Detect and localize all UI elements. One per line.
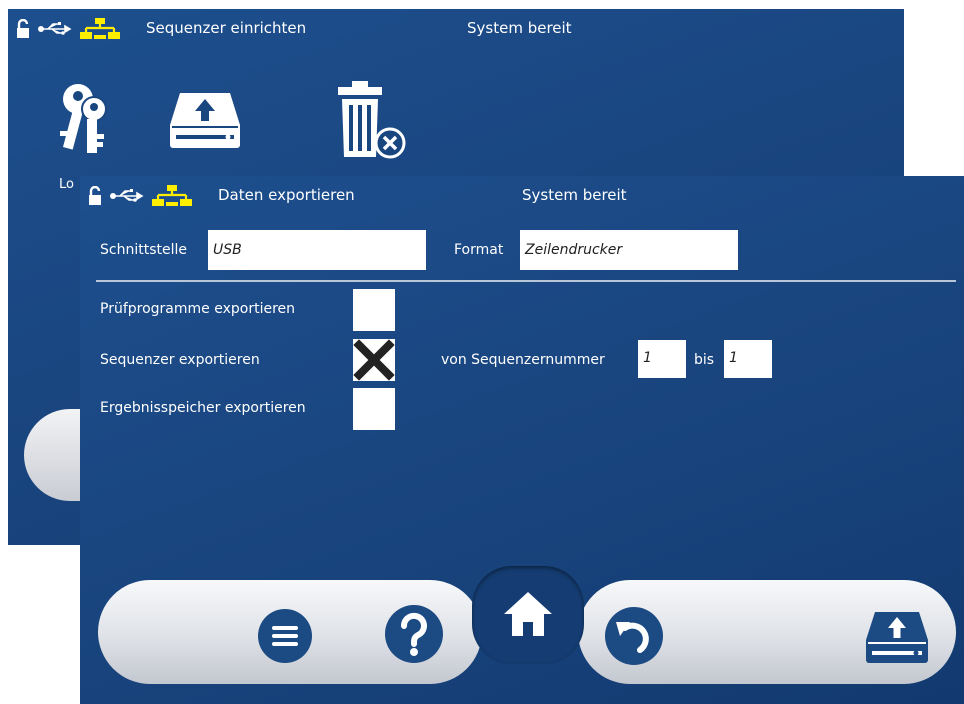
status-text: System bereit	[522, 186, 627, 204]
export-sequencer-checkbox[interactable]	[353, 339, 395, 381]
back-label-partial: Lo	[59, 177, 74, 192]
check-x-icon	[353, 339, 395, 381]
to-label: bis	[694, 352, 715, 368]
export-drive-icon[interactable]	[864, 610, 930, 664]
network-icon	[80, 18, 120, 39]
trash-delete-icon[interactable]	[334, 81, 410, 161]
to-sequence-field[interactable]: 1	[724, 340, 772, 378]
from-sequence-label: von Sequenzernummer	[441, 352, 605, 368]
status-bar: Sequenzer einrichten System bereit	[8, 9, 904, 47]
status-bar: Daten exportieren System bereit	[80, 176, 964, 214]
divider	[96, 280, 956, 282]
keys-icon[interactable]	[56, 79, 112, 159]
interface-field[interactable]: USB	[208, 230, 426, 270]
export-programs-label: Prüfprogramme exportieren	[100, 301, 296, 317]
export-results-label: Ergebnisspeicher exportieren	[100, 400, 306, 416]
home-icon[interactable]	[500, 586, 556, 642]
usb-icon	[110, 189, 144, 202]
export-drive-icon[interactable]	[168, 91, 242, 149]
export-results-checkbox[interactable]	[353, 388, 395, 430]
usb-icon	[38, 22, 72, 35]
interface-label: Schnittstelle	[100, 242, 187, 258]
lock-open-icon	[89, 186, 101, 205]
menu-icon[interactable]	[257, 608, 313, 664]
status-text: System bereit	[467, 19, 572, 37]
network-icon	[152, 185, 192, 206]
format-field[interactable]: Zeilendrucker	[520, 230, 738, 270]
from-sequence-field[interactable]: 1	[638, 340, 686, 378]
status-title: Daten exportieren	[218, 186, 355, 204]
export-programs-checkbox[interactable]	[353, 289, 395, 331]
export-data-screen: Daten exportieren System bereit Schnitts…	[80, 176, 964, 704]
lock-open-icon	[17, 19, 29, 38]
export-sequencer-label: Sequenzer exportieren	[100, 352, 260, 368]
help-icon[interactable]	[384, 604, 444, 664]
status-title: Sequenzer einrichten	[146, 19, 307, 37]
format-label: Format	[454, 242, 504, 258]
back-icon[interactable]	[604, 606, 664, 666]
